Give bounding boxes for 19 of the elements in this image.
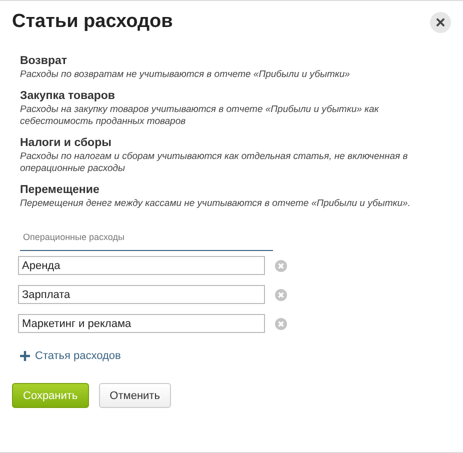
section-description: Расходы по возвратам не учитываются в отчете «Прибыли и убытки» [20, 69, 351, 81]
section-description: Перемещения денег между кассами не учитываются в отчете «Прибыли и убытки». [20, 198, 412, 210]
remove-icon[interactable] [275, 288, 287, 300]
section-heading: Перемещение [20, 184, 100, 196]
expense-field[interactable]: Аренда [18, 256, 265, 275]
expense-field[interactable]: Маркетинг и реклама [18, 314, 265, 333]
remove-icon[interactable] [275, 260, 287, 272]
section-description: Расходы на закупку товаров учитываются в отчете «Прибыли и убытки» как себестоимость проданных товаров [20, 104, 380, 128]
section-heading: Возврат [20, 55, 68, 67]
group-tab[interactable]: Операционные расходы [20, 224, 273, 251]
close-button[interactable]: × [430, 12, 451, 32]
section-heading: Закупка товаров [20, 90, 116, 102]
section-description: Расходы по налогам и сборам учитываются как отдельная статья, не включенная в операционные расходы [20, 151, 409, 175]
expense-field[interactable]: Зарплата [18, 285, 265, 304]
section-heading: Налоги и сборы [20, 137, 112, 149]
plus-icon [20, 351, 30, 361]
dialog-title: Статьи расходов [12, 11, 173, 33]
remove-icon[interactable] [275, 318, 287, 330]
cancel-button[interactable]: Отменить [98, 383, 171, 408]
